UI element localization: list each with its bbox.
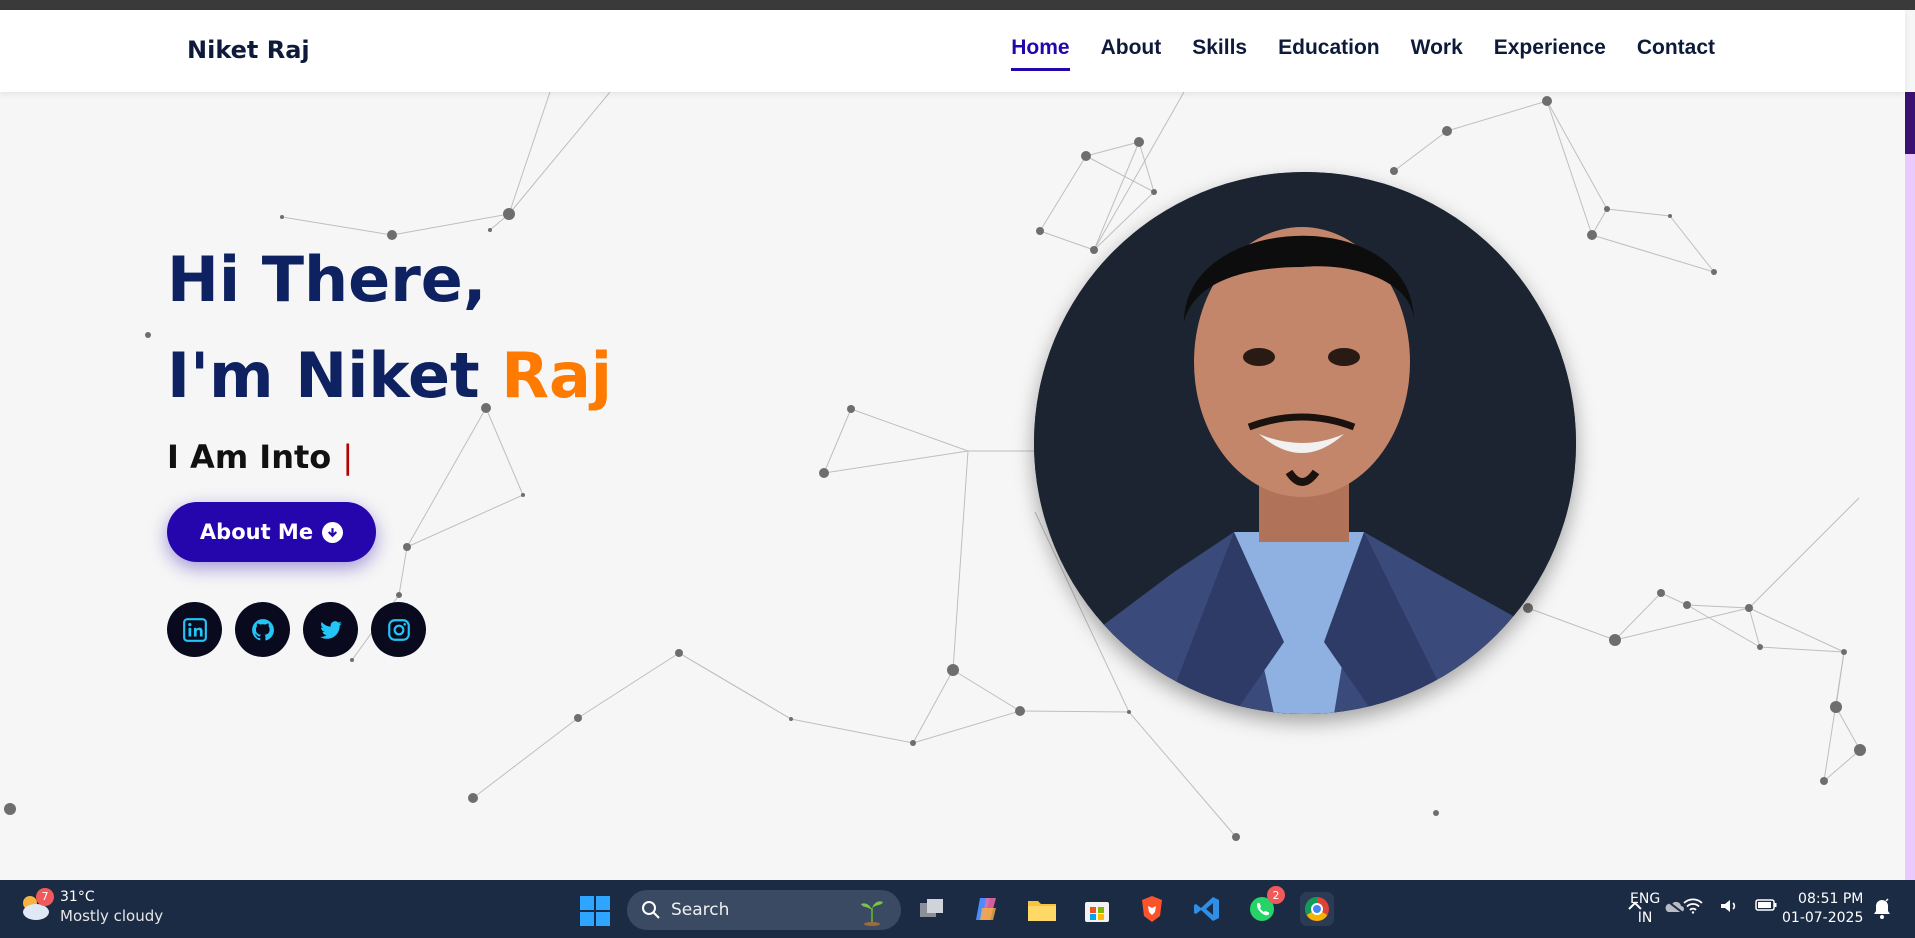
github-link[interactable] [235, 602, 290, 657]
copilot-icon[interactable] [970, 892, 1004, 926]
intro-prefix: I'm Niket [167, 339, 502, 412]
twitter-link[interactable] [303, 602, 358, 657]
battery-icon [1755, 899, 1777, 911]
nav-experience[interactable]: Experience [1494, 36, 1606, 71]
whatsapp-icon[interactable]: 2 [1245, 886, 1285, 926]
profile-photo [1034, 172, 1576, 714]
notification-bell-icon[interactable] [1872, 898, 1892, 920]
nav-contact[interactable]: Contact [1637, 36, 1715, 71]
arrow-down-circle-icon [322, 521, 344, 543]
volume-icon [1721, 900, 1736, 912]
main-nav: Home About Skills Education Work Experie… [1011, 36, 1715, 71]
taskbar-search[interactable]: Search [627, 890, 901, 930]
github-icon [251, 618, 274, 640]
weather-widget[interactable]: 7 31°C Mostly cloudy [18, 887, 164, 925]
temperature-text: 31°C [60, 889, 95, 905]
about-me-label: About Me [199, 520, 314, 544]
into-label: I Am Into [167, 438, 343, 476]
scrollbar-thumb[interactable] [1905, 92, 1915, 154]
about-me-button[interactable]: About Me [167, 502, 376, 562]
language-indicator[interactable]: ENG IN [1630, 890, 1660, 928]
twitter-icon [319, 620, 342, 639]
typing-cursor: | [342, 438, 354, 476]
intro-accent: Raj [501, 339, 613, 412]
clock-time: 08:51 PM [1798, 891, 1864, 907]
windows-taskbar: 7 31°C Mostly cloudy Search 2 ENG IN 08: [0, 880, 1915, 938]
linkedin-icon [182, 617, 207, 642]
network-sound-battery[interactable] [1683, 898, 1777, 914]
search-icon [642, 901, 660, 919]
taskbar-apps: 2 [915, 886, 1334, 926]
brave-browser-icon[interactable] [1135, 892, 1169, 926]
linkedin-link[interactable] [167, 602, 222, 657]
navbar: Niket Raj Home About Skills Education Wo… [0, 10, 1905, 92]
chrome-icon[interactable] [1300, 892, 1334, 926]
hero-heading: Hi There, I'm Niket Raj I Am Into | [167, 232, 612, 476]
instagram-link[interactable] [371, 602, 426, 657]
browser-top-strip [0, 0, 1915, 10]
clock-date: 01-07-2025 [1782, 910, 1864, 926]
scrollbar-track[interactable] [1905, 92, 1915, 880]
social-links [167, 602, 426, 657]
weather-badge: 7 [36, 887, 54, 906]
greeting-text: Hi There, [167, 243, 487, 316]
particle-network-background [4, 92, 1866, 841]
windows-start-icon[interactable] [580, 896, 610, 926]
vscode-icon[interactable] [1190, 892, 1224, 926]
nav-work[interactable]: Work [1411, 36, 1463, 71]
microsoft-store-icon[interactable] [1080, 892, 1114, 926]
whatsapp-badge: 2 [1267, 886, 1285, 904]
instagram-icon [387, 618, 410, 641]
intro-text: I'm Niket Raj [167, 328, 612, 424]
task-view-icon[interactable] [915, 892, 949, 926]
clock[interactable]: 08:51 PM 01-07-2025 [1782, 890, 1863, 928]
region-code: IN [1637, 910, 1653, 926]
file-explorer-icon[interactable] [1025, 892, 1059, 926]
nav-education[interactable]: Education [1278, 36, 1380, 71]
plant-icon [861, 901, 883, 926]
nav-skills[interactable]: Skills [1192, 36, 1247, 71]
weather-description: Mostly cloudy [60, 907, 164, 925]
wifi-icon [1683, 898, 1703, 914]
brand-logo[interactable]: Niket Raj [187, 36, 310, 64]
nav-about[interactable]: About [1101, 36, 1162, 71]
onedrive-icon[interactable] [1663, 898, 1685, 914]
cloudy-weather-icon: 7 [18, 887, 54, 924]
language-code: ENG [1630, 891, 1661, 907]
search-label: Search [671, 900, 730, 920]
typing-text: I Am Into | [167, 438, 612, 476]
nav-home[interactable]: Home [1011, 36, 1070, 71]
